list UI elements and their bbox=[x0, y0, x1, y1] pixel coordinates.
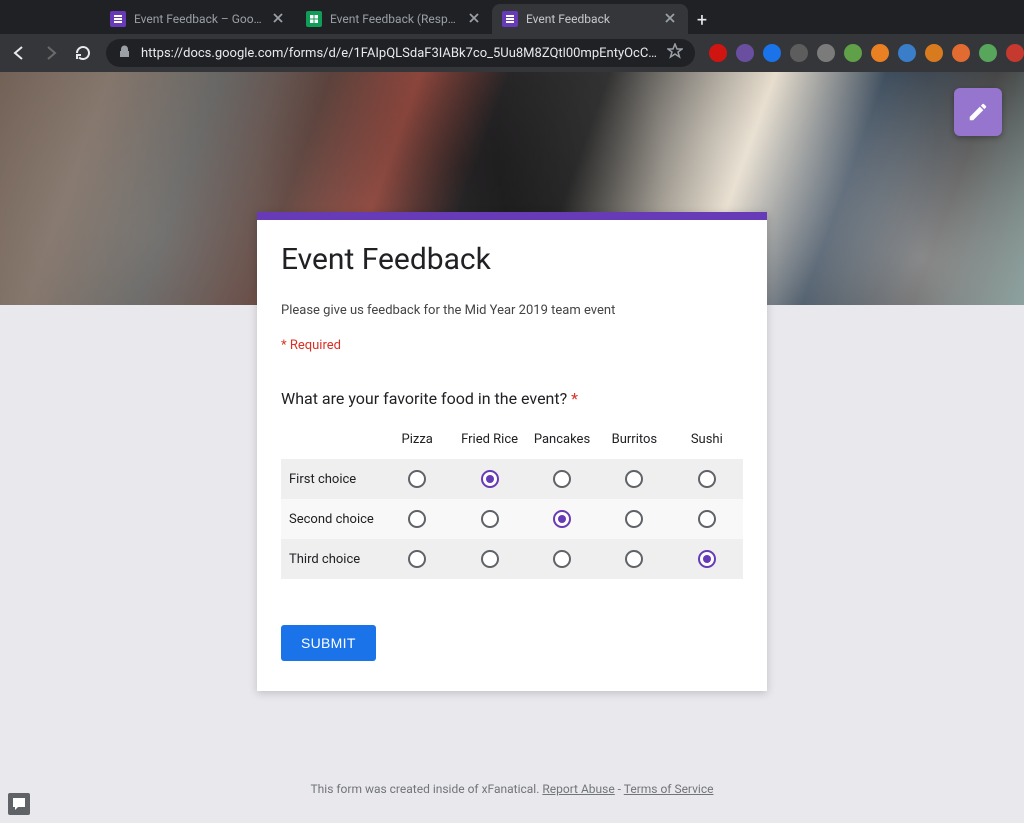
tab-label: Event Feedback – Google Forms bbox=[134, 12, 264, 26]
terms-of-service-link[interactable]: Terms of Service bbox=[624, 782, 714, 796]
grid-column-header: Pancakes bbox=[526, 432, 598, 447]
browser-tab-1[interactable]: Event Feedback (Responses) - G bbox=[296, 4, 492, 34]
radio-cell bbox=[453, 470, 525, 488]
radio-option[interactable] bbox=[698, 470, 716, 488]
extensions-area bbox=[709, 43, 1024, 63]
grid-row: Third choice bbox=[281, 539, 743, 579]
question-text: What are your favorite food in the event… bbox=[281, 389, 743, 408]
page-viewport: Event Feedback Please give us feedback f… bbox=[0, 72, 1024, 823]
bookmark-star-icon[interactable] bbox=[667, 43, 683, 63]
browser-toolbar: https://docs.google.com/forms/d/e/1FAIpQ… bbox=[0, 34, 1024, 72]
radio-option[interactable] bbox=[625, 510, 643, 528]
extension-icon[interactable] bbox=[790, 44, 808, 62]
close-icon[interactable] bbox=[664, 12, 678, 26]
submit-button[interactable]: SUBMIT bbox=[281, 625, 376, 661]
url-text: https://docs.google.com/forms/d/e/1FAIpQ… bbox=[141, 46, 657, 61]
question-label: What are your favorite food in the event… bbox=[281, 389, 567, 408]
sheets-icon bbox=[306, 11, 322, 27]
grid-row-label: Second choice bbox=[281, 512, 381, 527]
radio-cell bbox=[598, 550, 670, 568]
lock-icon bbox=[118, 45, 131, 62]
extension-icon[interactable] bbox=[979, 44, 997, 62]
feedback-button[interactable] bbox=[8, 793, 30, 815]
browser-tab-2[interactable]: Event Feedback bbox=[492, 4, 688, 34]
required-asterisk: * bbox=[571, 389, 578, 408]
close-icon[interactable] bbox=[468, 12, 482, 26]
nav-back-button[interactable] bbox=[10, 43, 28, 63]
extension-icon[interactable] bbox=[844, 44, 862, 62]
extension-icon[interactable] bbox=[871, 44, 889, 62]
radio-cell bbox=[598, 510, 670, 528]
radio-cell bbox=[526, 510, 598, 528]
forms-icon bbox=[110, 11, 126, 27]
new-tab-button[interactable]: + bbox=[688, 6, 716, 34]
radio-option[interactable] bbox=[408, 550, 426, 568]
browser-tab-0[interactable]: Event Feedback – Google Forms bbox=[100, 4, 296, 34]
required-legend: * Required bbox=[281, 338, 743, 353]
tab-label: Event Feedback (Responses) - G bbox=[330, 12, 460, 26]
radio-cell bbox=[453, 550, 525, 568]
radio-cell bbox=[526, 550, 598, 568]
radio-option[interactable] bbox=[625, 470, 643, 488]
radio-option[interactable] bbox=[481, 470, 499, 488]
radio-option[interactable] bbox=[698, 550, 716, 568]
edit-form-button[interactable] bbox=[954, 88, 1002, 136]
radio-option[interactable] bbox=[553, 470, 571, 488]
extension-icon[interactable] bbox=[709, 44, 727, 62]
radio-cell bbox=[381, 470, 453, 488]
extension-icon[interactable] bbox=[925, 44, 943, 62]
radio-option[interactable] bbox=[698, 510, 716, 528]
grid-row-label: First choice bbox=[281, 472, 381, 487]
radio-option[interactable] bbox=[408, 470, 426, 488]
grid-row: First choice bbox=[281, 459, 743, 499]
footer-text: This form was created inside of xFanatic… bbox=[311, 782, 543, 796]
radio-option[interactable] bbox=[481, 550, 499, 568]
grid-column-header: Sushi bbox=[671, 432, 743, 447]
address-bar[interactable]: https://docs.google.com/forms/d/e/1FAIpQ… bbox=[106, 39, 695, 67]
grid-header: Pizza Fried Rice Pancakes Burritos Sushi bbox=[281, 426, 743, 459]
extension-icon[interactable] bbox=[952, 44, 970, 62]
extension-icon[interactable] bbox=[1006, 44, 1024, 62]
radio-cell bbox=[453, 510, 525, 528]
form-footer: This form was created inside of xFanatic… bbox=[0, 782, 1024, 796]
radio-option[interactable] bbox=[408, 510, 426, 528]
radio-cell bbox=[381, 510, 453, 528]
grid-column-header: Burritos bbox=[598, 432, 670, 447]
grid-column-header: Fried Rice bbox=[453, 432, 525, 447]
report-abuse-link[interactable]: Report Abuse bbox=[542, 782, 614, 796]
grid-row-label: Third choice bbox=[281, 552, 381, 567]
radio-cell bbox=[381, 550, 453, 568]
tab-strip: Event Feedback – Google Forms Event Feed… bbox=[0, 0, 1024, 34]
nav-reload-button[interactable] bbox=[74, 43, 92, 63]
form-description: Please give us feedback for the Mid Year… bbox=[281, 303, 743, 318]
extension-icon[interactable] bbox=[898, 44, 916, 62]
extension-icon[interactable] bbox=[736, 44, 754, 62]
radio-option[interactable] bbox=[553, 550, 571, 568]
radio-cell bbox=[671, 470, 743, 488]
multiple-choice-grid: Pizza Fried Rice Pancakes Burritos Sushi… bbox=[281, 426, 743, 579]
grid-row: Second choice bbox=[281, 499, 743, 539]
form-title: Event Feedback bbox=[281, 242, 743, 277]
radio-option[interactable] bbox=[481, 510, 499, 528]
tab-label: Event Feedback bbox=[526, 12, 656, 26]
radio-cell bbox=[598, 470, 670, 488]
nav-forward-button[interactable] bbox=[42, 43, 60, 63]
radio-cell bbox=[671, 510, 743, 528]
radio-option[interactable] bbox=[553, 510, 571, 528]
forms-icon bbox=[502, 11, 518, 27]
radio-cell bbox=[526, 470, 598, 488]
close-icon[interactable] bbox=[272, 12, 286, 26]
radio-cell bbox=[671, 550, 743, 568]
radio-option[interactable] bbox=[625, 550, 643, 568]
extension-icon[interactable] bbox=[817, 44, 835, 62]
form-card: Event Feedback Please give us feedback f… bbox=[257, 212, 767, 691]
grid-column-header: Pizza bbox=[381, 432, 453, 447]
extension-icon[interactable] bbox=[763, 44, 781, 62]
